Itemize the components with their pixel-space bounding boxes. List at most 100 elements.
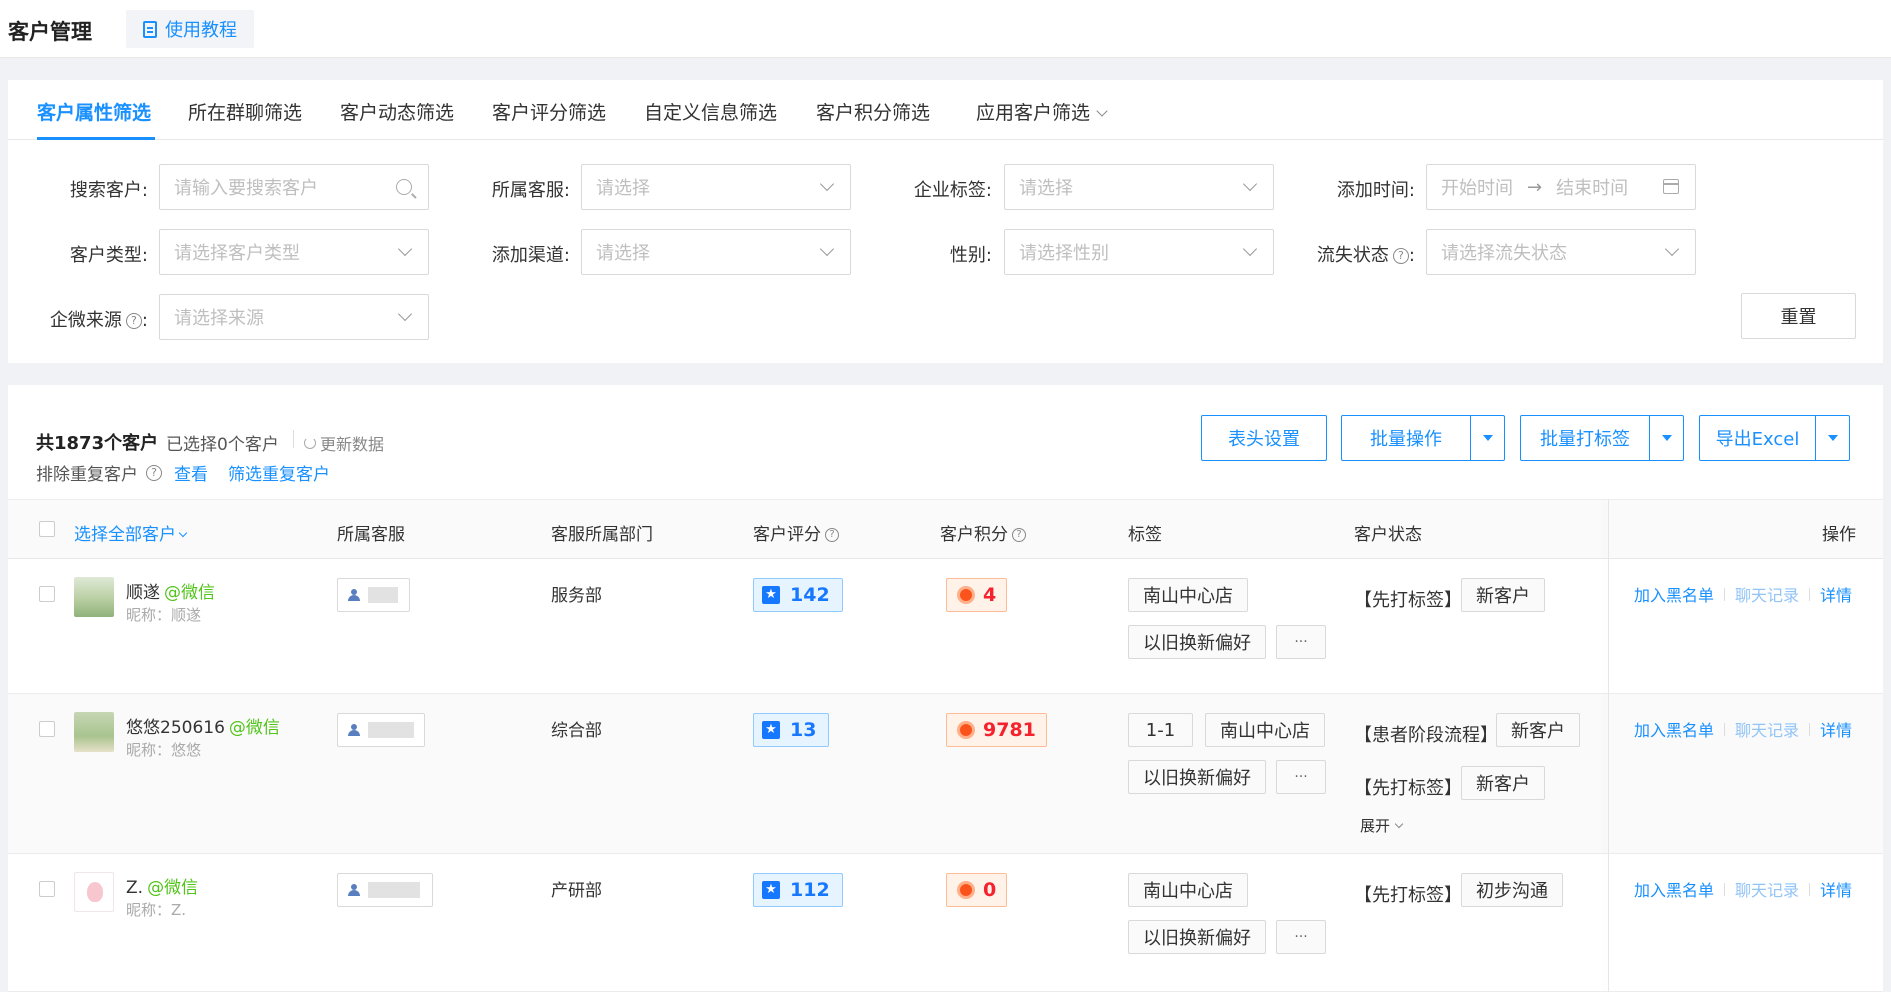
tab-customer-activity[interactable]: 客户动态筛选 (340, 98, 454, 125)
avatar (74, 872, 114, 912)
row-checkbox[interactable] (39, 881, 55, 897)
source-placeholder: 请选择来源 (174, 308, 264, 329)
question-icon[interactable]: ? (125, 313, 142, 329)
tab-app-customer-label: 应用客户筛选 (976, 102, 1091, 124)
row-checkbox[interactable] (39, 586, 55, 602)
source-label-colon: : (141, 310, 148, 331)
points-badge: 4 (946, 578, 1008, 612)
tab-app-customer[interactable]: 应用客户筛选 (976, 98, 1108, 125)
filter-tabs: 客户属性筛选 所在群聊筛选 客户动态筛选 客户评分筛选 自定义信息筛选 客户积分… (8, 80, 1883, 140)
stage-name: 【先打标签】 (1354, 778, 1462, 799)
points-value: 9781 (983, 719, 1036, 741)
agent-chip (337, 578, 410, 612)
caret-down-icon[interactable] (1815, 416, 1849, 460)
refresh-label: 更新数据 (320, 435, 385, 454)
customer-name[interactable]: Z. @微信 (126, 873, 198, 898)
view-duplicates-link[interactable]: 查看 (174, 460, 208, 485)
chevron-down-icon (1242, 241, 1258, 257)
chat-history-link[interactable]: 聊天记录 (1735, 582, 1799, 606)
agent-select[interactable]: 请选择 (581, 164, 851, 210)
customer-name[interactable]: 顺遂 @微信 (126, 578, 215, 603)
page-header: 客户管理 使用教程 (0, 0, 1891, 58)
add-time-range[interactable]: 开始时间 → 结束时间 (1426, 164, 1696, 210)
points-badge: 0 (946, 873, 1008, 907)
customer-tag: 南山中心店 (1128, 578, 1248, 612)
tutorial-button[interactable]: 使用教程 (126, 10, 254, 48)
question-icon[interactable]: ? (1392, 248, 1409, 264)
customer-nickname: 昵称：顺遂 (126, 606, 202, 624)
channel-select[interactable]: 请选择 (581, 229, 851, 275)
chat-history-link[interactable]: 聊天记录 (1735, 717, 1799, 741)
type-select[interactable]: 请选择客户类型 (159, 229, 429, 275)
tab-customer-points[interactable]: 客户积分筛选 (816, 98, 930, 125)
export-excel-button[interactable]: 导出Excel (1699, 415, 1850, 461)
more-tags-button[interactable]: ··· (1276, 625, 1326, 659)
more-tags-button[interactable]: ··· (1276, 760, 1326, 794)
range-arrow: → (1527, 176, 1543, 198)
chevron-down-icon (1242, 176, 1258, 192)
type-placeholder: 请选择客户类型 (174, 243, 300, 264)
row-checkbox[interactable] (39, 721, 55, 737)
gender-select[interactable]: 请选择性别 (1004, 229, 1274, 275)
question-icon[interactable]: ? (146, 464, 162, 481)
detail-link[interactable]: 详情 (1820, 582, 1852, 606)
exclude-label: 排除重复客户 (36, 465, 138, 485)
wechat-source: @微信 (228, 718, 280, 738)
divider (1809, 587, 1811, 601)
type-label: 客户类型: (69, 245, 148, 266)
tutorial-label: 使用教程 (165, 20, 237, 41)
question-icon[interactable]: ? (825, 528, 839, 542)
agent-name-redacted (368, 882, 420, 898)
wechat-source: @微信 (147, 878, 199, 898)
detail-link[interactable]: 详情 (1820, 717, 1852, 741)
filter-duplicates-link[interactable]: 筛选重复客户 (228, 460, 330, 485)
score-badge: ★ 13 (753, 713, 830, 747)
add-blacklist-link[interactable]: 加入黑名单 (1634, 717, 1714, 741)
tab-customer-attributes[interactable]: 客户属性筛选 (37, 98, 151, 125)
caret-down-icon[interactable] (1470, 416, 1504, 460)
star-icon: ★ (762, 881, 780, 899)
churn-select[interactable]: 请选择流失状态 (1426, 229, 1696, 275)
col-points-label: 客户积分 (940, 525, 1008, 545)
churn-label-colon: : (1408, 245, 1415, 266)
batch-tag-button[interactable]: 批量打标签 (1520, 415, 1684, 461)
search-input[interactable]: 请输入要搜索客户 (159, 164, 429, 210)
customer-tag: 1-1 (1128, 713, 1193, 747)
calendar-icon (1663, 179, 1679, 194)
avatar (74, 577, 114, 617)
score-badge: ★ 112 (753, 873, 843, 907)
select-all-checkbox[interactable] (39, 521, 55, 537)
more-tags-button[interactable]: ··· (1276, 920, 1326, 954)
tab-group-chat[interactable]: 所在群聊筛选 (188, 98, 302, 125)
tab-custom-info[interactable]: 自定义信息筛选 (644, 98, 777, 125)
person-icon (348, 724, 360, 736)
header-settings-button[interactable]: 表头设置 (1201, 415, 1327, 461)
coin-icon (957, 586, 975, 604)
corp-tag-select[interactable]: 请选择 (1004, 164, 1274, 210)
add-blacklist-link[interactable]: 加入黑名单 (1634, 582, 1714, 606)
avatar (74, 712, 114, 752)
source-select[interactable]: 请选择来源 (159, 294, 429, 340)
customer-name[interactable]: 悠悠250616 @微信 (126, 713, 280, 738)
chevron-down-icon (1664, 241, 1680, 257)
batch-ops-button[interactable]: 批量操作 (1341, 415, 1505, 461)
wechat-source: @微信 (164, 583, 215, 603)
expand-toggle[interactable]: 展开 (1360, 815, 1404, 836)
tab-customer-score[interactable]: 客户评分筛选 (492, 98, 606, 125)
select-all-dropdown[interactable]: 选择全部客户 (74, 520, 188, 545)
export-excel-label: 导出Excel (1715, 429, 1800, 450)
page-title: 客户管理 (8, 20, 92, 44)
refresh-data-button[interactable]: 更新数据 (304, 431, 384, 455)
col-agent: 所属客服 (337, 525, 405, 545)
churn-label-text: 流失状态 (1316, 245, 1389, 266)
reset-button[interactable]: 重置 (1741, 293, 1856, 339)
detail-link[interactable]: 详情 (1820, 877, 1852, 901)
caret-down-icon[interactable] (1649, 416, 1683, 460)
total-count: 共1873个客户 (36, 433, 159, 454)
question-icon[interactable]: ? (1012, 528, 1026, 542)
agent-chip (337, 873, 433, 907)
chat-history-link[interactable]: 聊天记录 (1735, 877, 1799, 901)
row-actions: 加入黑名单 聊天记录 详情 (1634, 582, 1852, 606)
customer-name-text: 顺遂 (126, 583, 160, 603)
add-blacklist-link[interactable]: 加入黑名单 (1634, 877, 1714, 901)
